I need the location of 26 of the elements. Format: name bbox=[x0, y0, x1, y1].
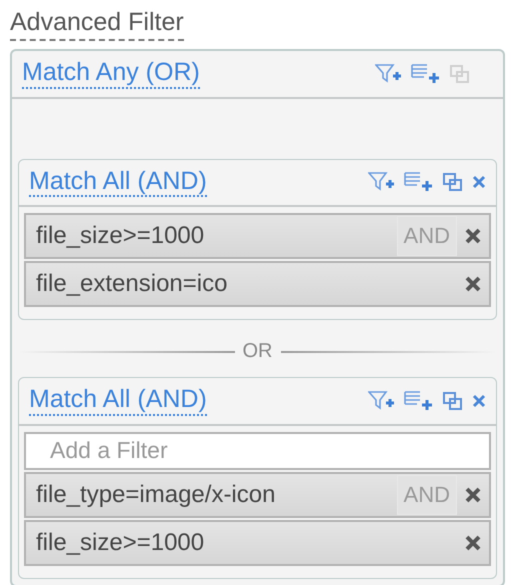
filter-text: file_type=image/x-icon bbox=[36, 480, 276, 508]
add-filter-icon[interactable] bbox=[368, 171, 396, 194]
add-filter-icon[interactable] bbox=[375, 62, 403, 85]
add-group-icon[interactable] bbox=[404, 171, 434, 194]
filter-text: file_size>=1000 bbox=[36, 528, 204, 556]
separator-label: OR bbox=[242, 340, 272, 363]
close-icon[interactable] bbox=[472, 175, 486, 190]
operator-toggle[interactable]: AND bbox=[396, 216, 457, 256]
close-icon[interactable] bbox=[472, 394, 486, 408]
filter-text: file_extension=ico bbox=[36, 270, 228, 298]
remove-icon[interactable] bbox=[465, 228, 481, 244]
remove-icon[interactable] bbox=[465, 276, 481, 292]
remove-icon[interactable] bbox=[465, 534, 481, 550]
add-group-icon[interactable] bbox=[411, 62, 441, 85]
group-mode-link[interactable]: Match Any (OR) bbox=[22, 59, 200, 88]
group-mode-link[interactable]: Match All (AND) bbox=[29, 168, 207, 197]
copy-icon[interactable] bbox=[442, 171, 464, 194]
panel-title: Advanced Filter bbox=[10, 8, 184, 41]
operator-toggle[interactable]: AND bbox=[396, 474, 457, 514]
remove-icon[interactable] bbox=[465, 486, 481, 502]
copy-icon[interactable] bbox=[442, 390, 464, 412]
add-group-icon[interactable] bbox=[404, 390, 434, 412]
group-mode-link[interactable]: Match All (AND) bbox=[29, 386, 207, 416]
add-filter-field[interactable]: Add a Filter bbox=[24, 432, 491, 470]
add-filter-icon[interactable] bbox=[368, 390, 396, 412]
filter-text: file_size>=1000 bbox=[36, 222, 204, 250]
